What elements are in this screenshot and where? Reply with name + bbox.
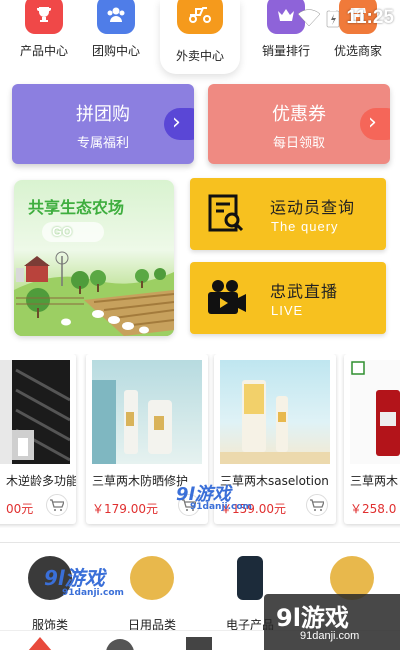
athlete-query-card[interactable]: 运动员查询 The query xyxy=(190,178,386,250)
nav-item-products[interactable]: 产品中心 xyxy=(4,0,84,70)
feature-title: 运动员查询 xyxy=(270,198,356,217)
nav-label: 团购中心 xyxy=(91,44,140,58)
banner-subtitle: 专属福利 xyxy=(76,136,129,151)
product-price: 00元 xyxy=(6,502,34,516)
status-bar: 11:25 xyxy=(298,4,394,32)
product-card[interactable]: 三草两木saselotion ￥159.00元 xyxy=(214,354,336,524)
watermark-logo: 9l游戏 xyxy=(276,604,349,632)
product-card[interactable]: 三草两木 ￥258.0 xyxy=(344,354,400,524)
product-price: ￥258.0 xyxy=(350,502,397,516)
watermark-text: 9l游戏 xyxy=(44,566,105,590)
feature-title: 忠武直播 xyxy=(270,282,339,301)
status-time: 11:25 xyxy=(346,7,394,28)
top-nav: 产品中心 团购中心 外卖中心 销量排行 优选商家 11:25 xyxy=(0,0,400,78)
document-search-icon xyxy=(208,194,244,232)
app-screen: 产品中心 团购中心 外卖中心 销量排行 优选商家 11:25 拼团购 专属福利 … xyxy=(0,0,400,650)
watermark-badge: 9l游戏 91danji.com xyxy=(264,594,400,650)
live-stream-card[interactable]: 忠武直播 LIVE xyxy=(190,262,386,334)
group-buy-banner[interactable]: 拼团购 专属福利 › xyxy=(12,84,194,164)
cart-icon[interactable] xyxy=(306,494,328,516)
category-image xyxy=(237,556,263,600)
watermark-url: 91danji.com xyxy=(300,630,360,642)
video-camera-icon xyxy=(208,280,246,314)
product-price: ￥179.00元 xyxy=(92,502,158,516)
section-divider xyxy=(0,542,400,543)
product-name: 木逆龄多功能 xyxy=(6,474,76,488)
feature-subtitle: The query xyxy=(271,219,339,234)
chevron-right-icon[interactable]: › xyxy=(164,108,194,140)
nav-item-group-buy[interactable]: 团购中心 xyxy=(76,0,156,70)
cart-icon[interactable] xyxy=(46,494,68,516)
scooter-icon xyxy=(177,0,223,34)
nav-item-takeout[interactable]: 外卖中心 xyxy=(160,0,240,74)
group-icon xyxy=(97,0,135,34)
trophy-icon xyxy=(25,0,63,34)
nav-label: 销量排行 xyxy=(261,44,310,58)
product-name: 三草两木saselotion xyxy=(220,474,329,488)
nav-label: 优选商家 xyxy=(333,44,382,58)
product-card[interactable]: 木逆龄多功能 00元 xyxy=(0,354,76,524)
nav-label: 产品中心 xyxy=(19,44,68,58)
banner-subtitle: 每日领取 xyxy=(272,136,325,151)
battery-icon xyxy=(327,8,340,28)
category-image xyxy=(130,556,174,600)
farm-illustration xyxy=(14,251,174,336)
category-daily-goods[interactable]: 日用品类 xyxy=(112,556,192,632)
wifi-icon xyxy=(298,9,321,27)
watermark-url: 91danji.com xyxy=(62,588,124,598)
product-image xyxy=(0,360,70,464)
coupon-banner[interactable]: 优惠券 每日领取 › xyxy=(208,84,390,164)
product-image xyxy=(92,360,202,464)
nav-label: 外卖中心 xyxy=(175,49,224,63)
feature-subtitle: LIVE xyxy=(271,303,304,318)
chevron-right-icon[interactable]: › xyxy=(360,108,390,140)
watermark-url: 91danji.com xyxy=(190,502,252,512)
eco-farm-card[interactable]: 共享生态农场 GO xyxy=(14,180,174,336)
product-name: 三草两木 xyxy=(350,474,399,488)
product-image xyxy=(350,360,400,464)
product-image xyxy=(220,360,330,464)
